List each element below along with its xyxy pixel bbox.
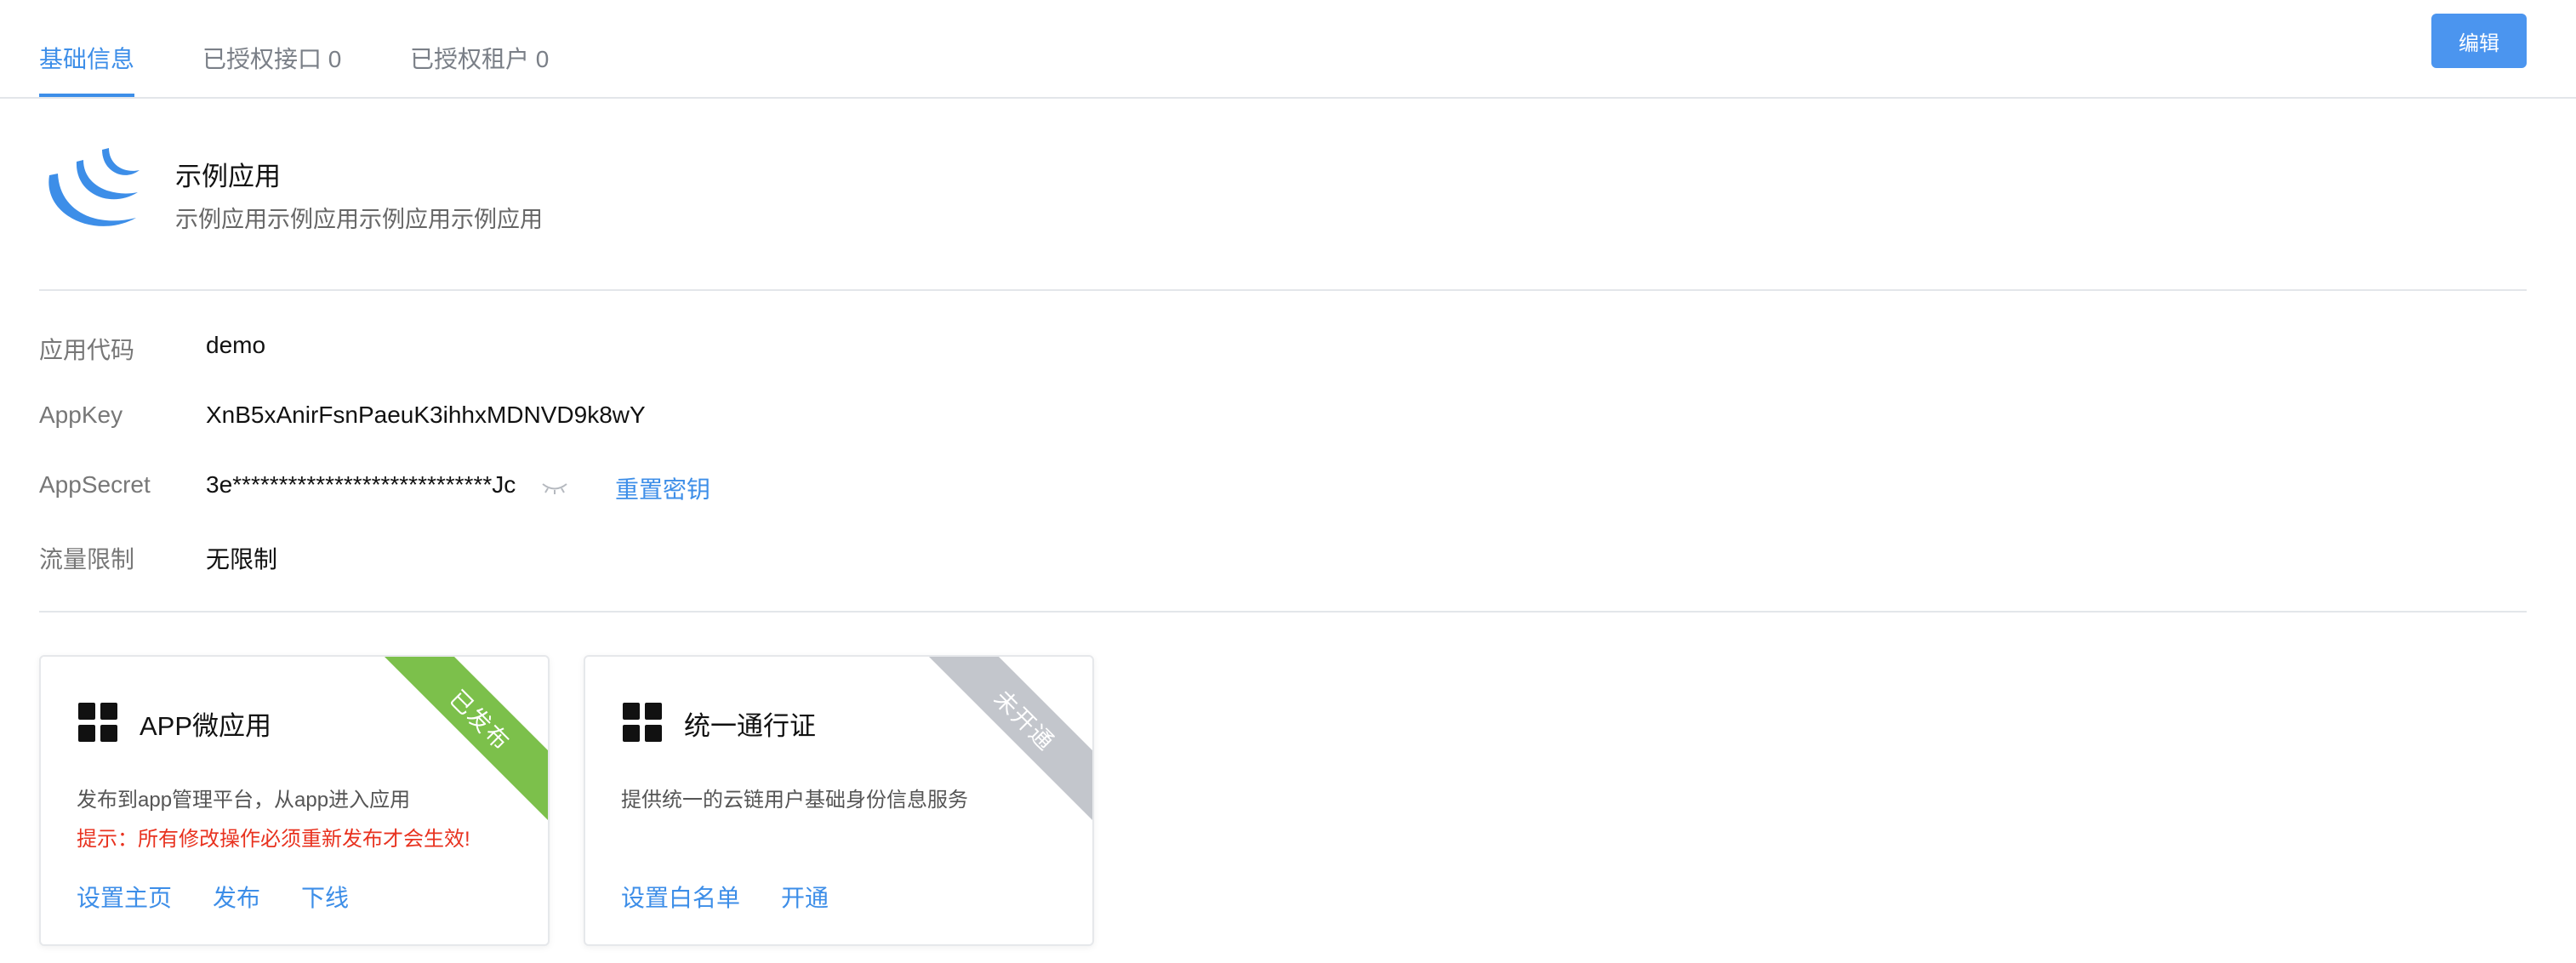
app-code-value: demo — [206, 332, 266, 358]
set-homepage-link[interactable]: 设置主页 — [77, 880, 172, 914]
card-description: 发布到app管理平台，从app进入应用 — [77, 789, 411, 812]
app-description: 示例应用示例应用示例应用示例应用 — [175, 207, 543, 232]
app-micro-app-card: APP微应用 已发布 发布到app管理平台，从app进入应用 提示：所有修改操作… — [39, 655, 550, 946]
card-warning: 提示：所有修改操作必须重新发布才会生效! — [77, 828, 470, 851]
grid-apps-icon — [78, 703, 117, 742]
card-description: 提供统一的云链用户基础身份信息服务 — [621, 789, 968, 812]
offline-link[interactable]: 下线 — [301, 880, 349, 914]
card-title: 统一通行证 — [684, 711, 816, 741]
appsecret-label: AppSecret — [39, 471, 151, 498]
tab-basic-info[interactable]: 基础信息 — [39, 41, 134, 75]
card-title: APP微应用 — [140, 711, 272, 741]
edit-button[interactable]: 编辑 — [2431, 14, 2527, 68]
app-name: 示例应用 — [175, 162, 281, 191]
active-tab-indicator — [39, 94, 134, 97]
tab-authorized-apis[interactable]: 已授权接口 0 — [202, 41, 341, 75]
rate-limit-value: 无限制 — [206, 546, 278, 573]
unified-passport-card: 统一通行证 未开通 提供统一的云链用户基础身份信息服务 设置白名单 开通 — [584, 655, 1094, 946]
eye-closed-icon[interactable] — [541, 476, 568, 497]
set-whitelist-link[interactable]: 设置白名单 — [621, 880, 740, 914]
activate-link[interactable]: 开通 — [781, 880, 829, 914]
tab-bar: 基础信息 已授权接口 0 已授权租户 0 — [0, 0, 2576, 99]
app-code-label: 应用代码 — [39, 337, 135, 363]
appsecret-value: 3e****************************Jc — [206, 471, 516, 498]
divider — [39, 289, 2527, 291]
appkey-value: XnB5xAnirFsnPaeuK3ihhxMDNVD9k8wY — [206, 402, 646, 428]
tab-authorized-tenants[interactable]: 已授权租户 0 — [410, 41, 549, 75]
grid-apps-icon — [623, 703, 662, 742]
divider — [39, 611, 2527, 613]
rate-limit-label: 流量限制 — [39, 546, 135, 573]
reset-secret-link[interactable]: 重置密钥 — [615, 471, 710, 505]
jquery-style-logo-icon — [48, 148, 140, 226]
appkey-label: AppKey — [39, 402, 123, 428]
publish-link[interactable]: 发布 — [213, 880, 260, 914]
